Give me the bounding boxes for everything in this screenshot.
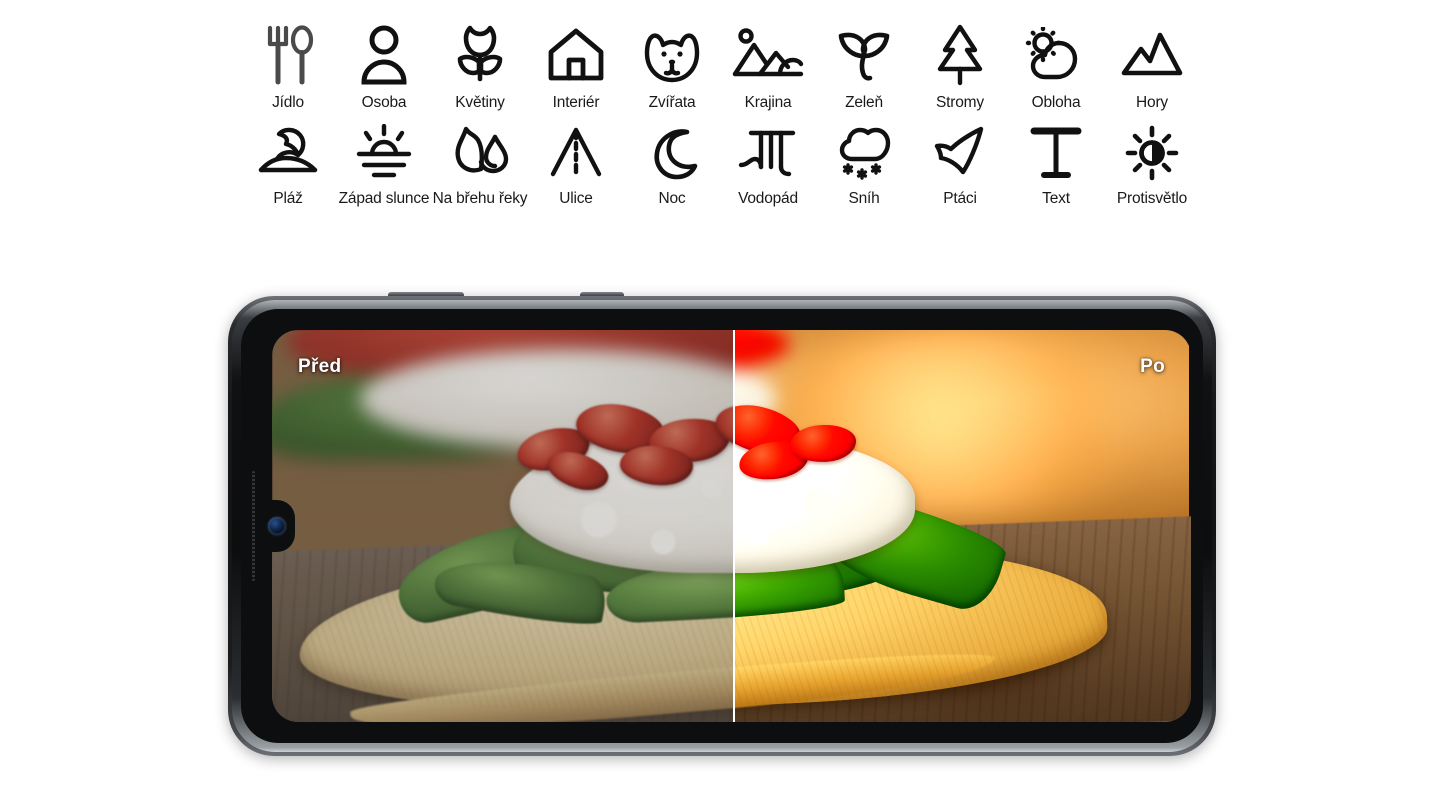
dog-face-icon	[642, 18, 702, 92]
category-label: Západ slunce	[338, 190, 430, 207]
category-krajina[interactable]: Krajina	[720, 18, 816, 112]
category-text[interactable]: Text	[1008, 118, 1104, 208]
photo-half-after	[733, 330, 1191, 722]
category-na-brehu-reky[interactable]: Na břehu řeky	[432, 118, 528, 208]
category-label: Stromy	[936, 94, 984, 111]
category-label: Zvířata	[648, 94, 696, 111]
phone-frame-outer: Před Po	[228, 296, 1216, 756]
text-letter-t-icon	[1027, 118, 1085, 188]
category-noc[interactable]: Noc	[624, 118, 720, 208]
category-stromy[interactable]: Stromy	[912, 18, 1008, 112]
category-protisvetlo[interactable]: Protisvětlo	[1104, 118, 1200, 208]
street-road-icon	[547, 118, 605, 188]
food-scene-before	[272, 330, 734, 722]
page-root: Jídlo Osoba Květiny Interiér Zvířata Kra…	[0, 0, 1440, 805]
fork-spoon-icon	[261, 18, 315, 92]
category-label: Sníh	[848, 190, 880, 207]
bird-icon	[931, 118, 989, 188]
category-label: Hory	[1136, 94, 1168, 111]
crescent-moon-icon	[645, 118, 699, 188]
house-icon	[547, 18, 605, 92]
phone-frame-mid: Před Po	[232, 300, 1212, 752]
category-osoba[interactable]: Osoba	[336, 18, 432, 112]
food-scene-after	[733, 330, 1191, 722]
category-kvetiny[interactable]: Květiny	[432, 18, 528, 112]
pine-tree-icon	[933, 18, 987, 92]
sunset-icon	[354, 118, 414, 188]
beach-umbrella-icon	[257, 118, 319, 188]
category-obloha[interactable]: Obloha	[1008, 18, 1104, 112]
category-interier[interactable]: Interiér	[528, 18, 624, 112]
icon-row-2: Pláž Západ slunce Na břehu řeky Ulice No…	[240, 118, 1200, 208]
category-ptaci[interactable]: Ptáci	[912, 118, 1008, 208]
sprout-leaves-icon	[835, 18, 893, 92]
before-after-divider[interactable]	[733, 330, 735, 722]
category-label: Vodopád	[738, 190, 798, 207]
phone-screen[interactable]: Před Po	[272, 330, 1191, 722]
category-label: Obloha	[1031, 94, 1081, 111]
category-label: Pláž	[273, 190, 303, 207]
waterfall-icon	[737, 118, 799, 188]
icon-row-1: Jídlo Osoba Květiny Interiér Zvířata Kra…	[240, 18, 1200, 112]
category-label: Interiér	[552, 94, 600, 111]
category-jidlo[interactable]: Jídlo	[240, 18, 336, 112]
scene-optimizer-icon-grid: Jídlo Osoba Květiny Interiér Zvířata Kra…	[240, 18, 1200, 208]
tulip-flower-icon	[451, 18, 509, 92]
category-hory[interactable]: Hory	[1104, 18, 1200, 112]
category-label: Noc	[658, 190, 686, 207]
phone-frame-inner: Před Po	[241, 309, 1203, 743]
category-label: Ulice	[559, 190, 593, 207]
person-icon	[359, 18, 409, 92]
category-label: Na břehu řeky	[432, 190, 528, 207]
category-label: Zeleň	[845, 94, 883, 111]
category-label: Protisvětlo	[1116, 190, 1188, 207]
riverside-icon	[450, 118, 510, 188]
before-after-photo: Před Po	[272, 330, 1191, 722]
earpiece-speaker-icon	[252, 471, 255, 581]
after-label: Po	[1140, 356, 1165, 377]
category-zelen[interactable]: Zeleň	[816, 18, 912, 112]
landscape-icon	[732, 18, 804, 92]
front-camera-icon	[268, 517, 286, 535]
category-label: Osoba	[361, 94, 407, 111]
before-label: Před	[298, 356, 342, 377]
backlight-sun-icon	[1123, 118, 1181, 188]
photo-half-before	[272, 330, 734, 722]
category-snih[interactable]: Sníh	[816, 118, 912, 208]
category-label: Květiny	[455, 94, 505, 111]
category-label: Text	[1042, 190, 1070, 207]
category-zvirata[interactable]: Zvířata	[624, 18, 720, 112]
category-label: Ptáci	[943, 190, 977, 207]
category-vodopad[interactable]: Vodopád	[720, 118, 816, 208]
category-label: Krajina	[744, 94, 792, 111]
category-label: Jídlo	[272, 94, 304, 111]
category-zapad-slunce[interactable]: Západ slunce	[336, 118, 432, 208]
category-ulice[interactable]: Ulice	[528, 118, 624, 208]
mountains-icon	[1120, 18, 1184, 92]
sun-cloud-icon	[1023, 18, 1089, 92]
snow-cloud-icon	[834, 118, 894, 188]
category-plaz[interactable]: Pláž	[240, 118, 336, 208]
phone-mockup: Před Po	[228, 292, 1216, 756]
